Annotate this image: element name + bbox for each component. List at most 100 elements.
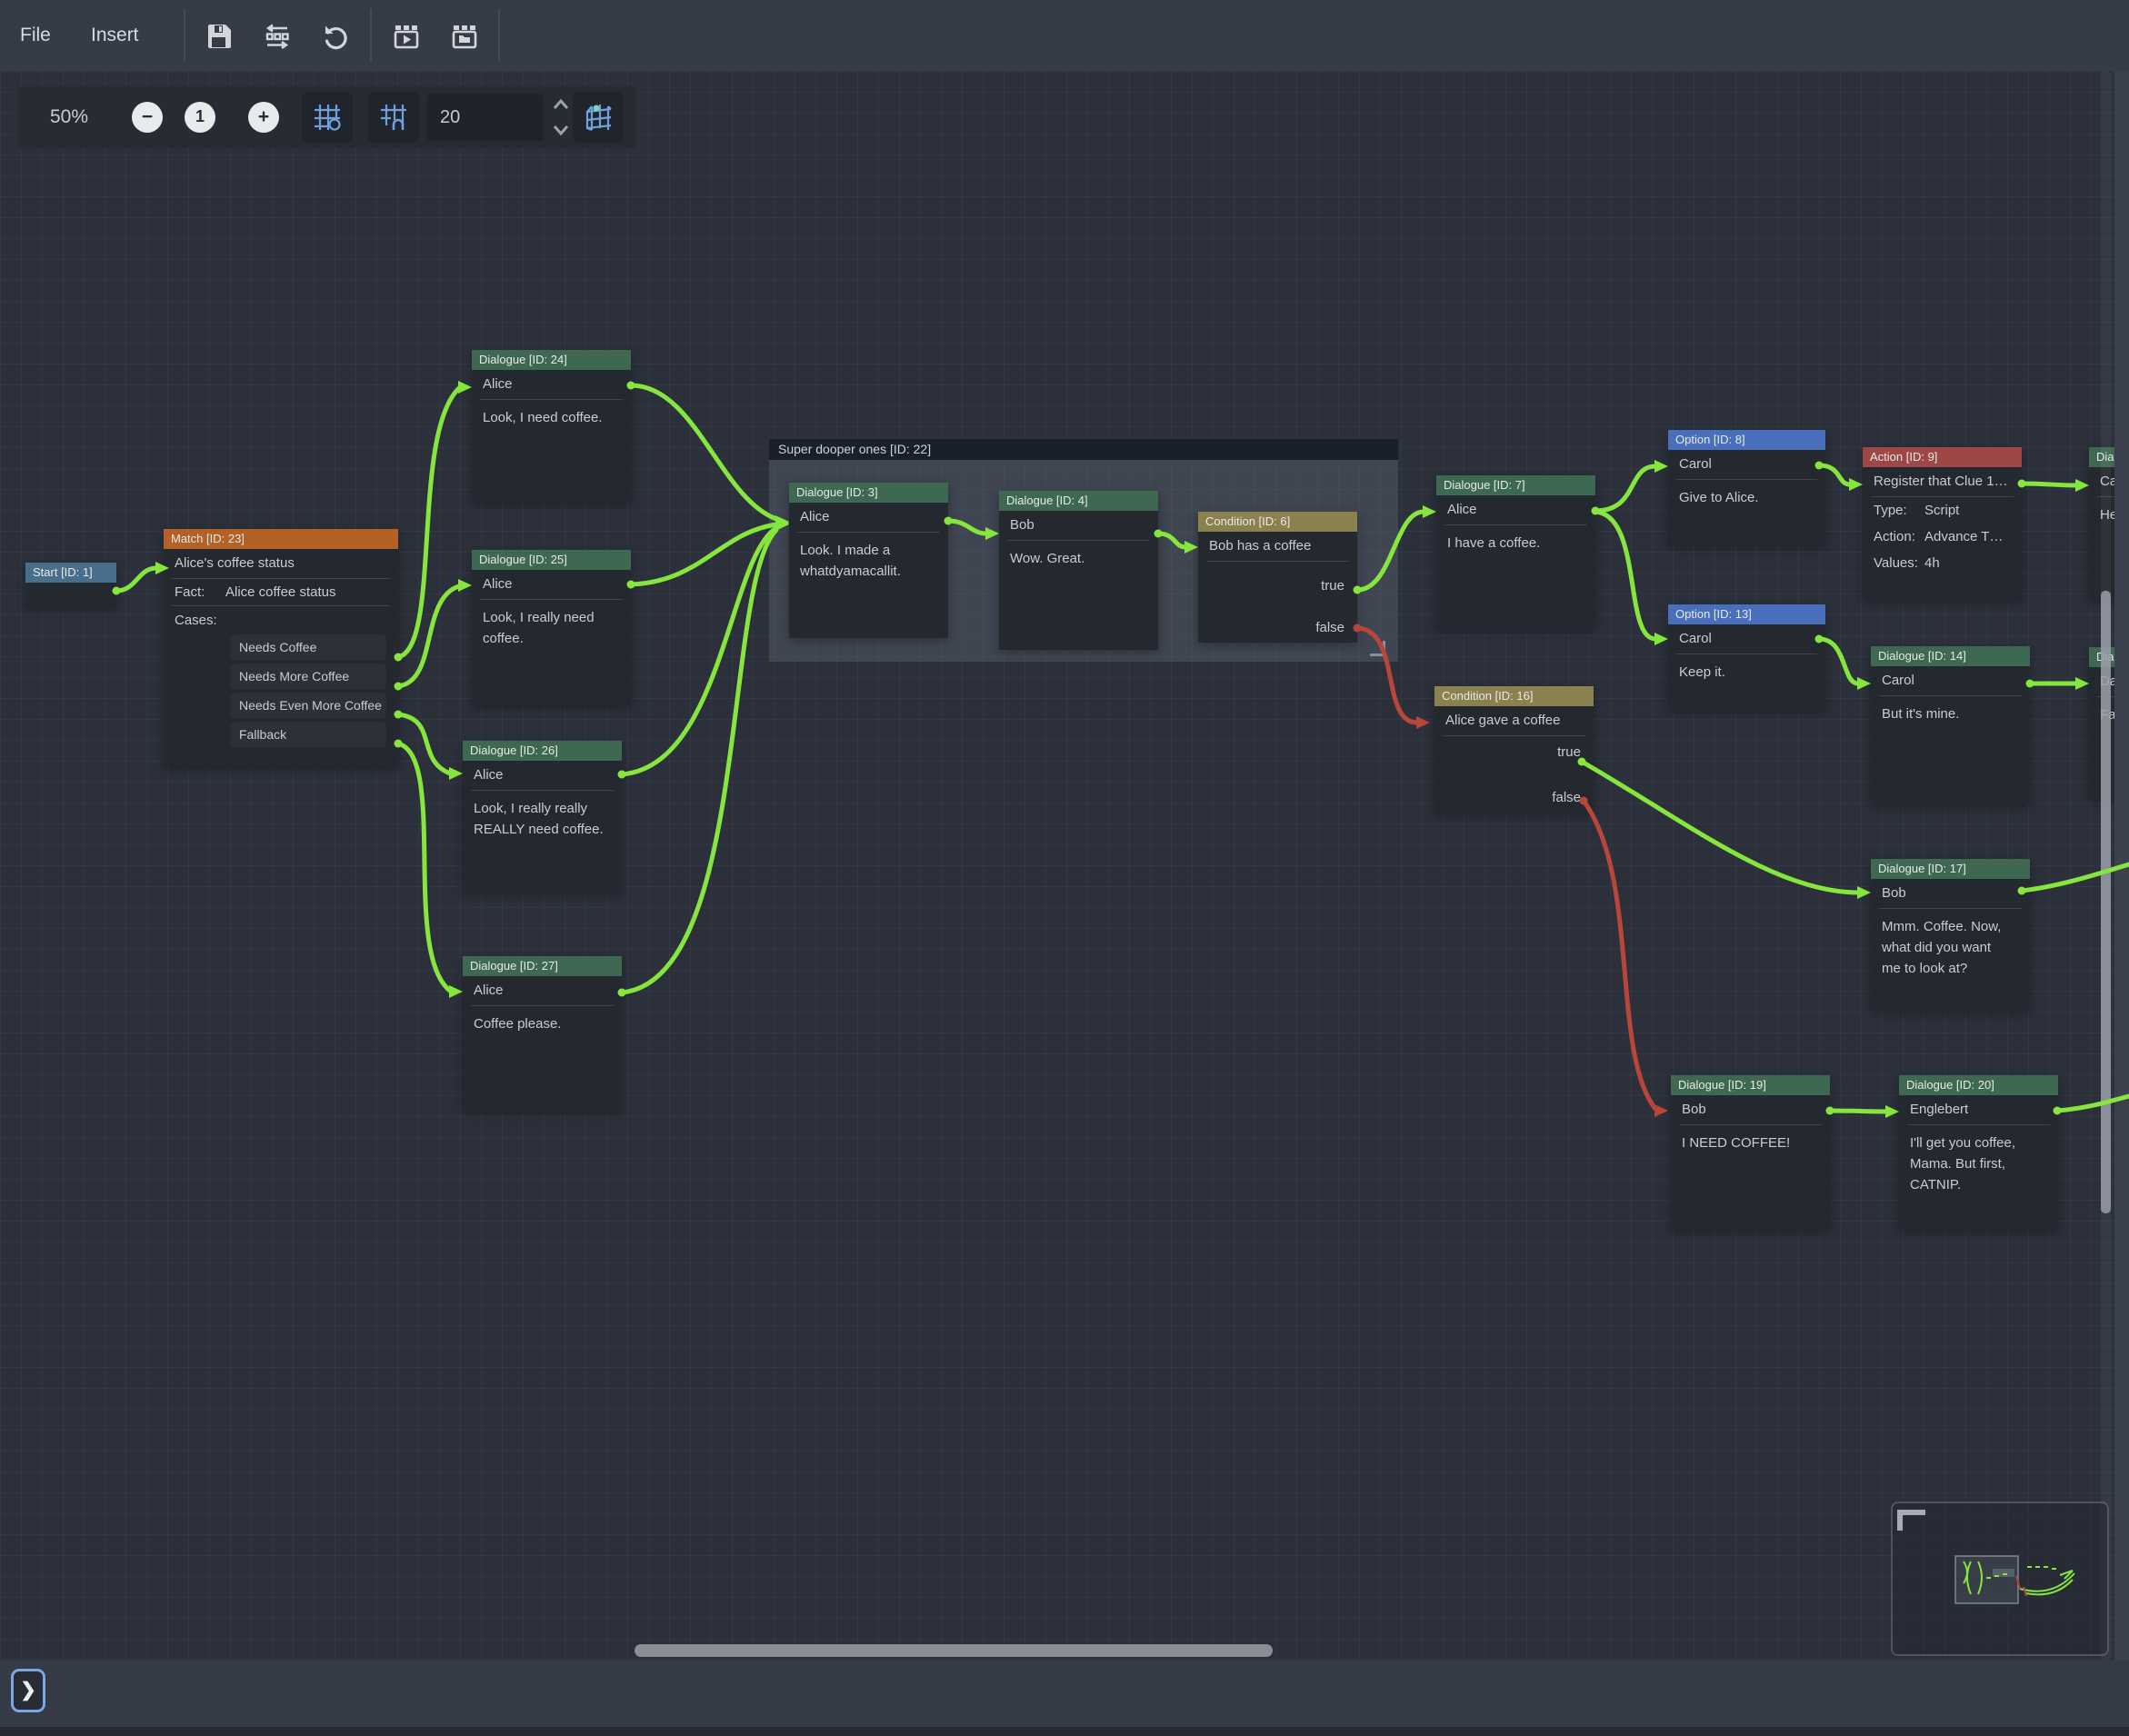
- menu-insert[interactable]: Insert: [91, 0, 139, 71]
- node-header-dialogue-19[interactable]: Dialogue [ID: 19]: [1671, 1075, 1830, 1095]
- node-dialogue-text: I have a coffee.: [1436, 525, 1595, 559]
- node-character: Carol: [1668, 624, 1825, 653]
- node-header-dialogue-26[interactable]: Dialogue [ID: 26]: [463, 741, 622, 761]
- node-header-dialogue-4[interactable]: Dialogue [ID: 4]: [999, 491, 1158, 511]
- arrange-nodes-button[interactable]: [260, 19, 295, 54]
- node-field-row: Type:Script: [1863, 497, 2022, 524]
- node-match-23[interactable]: Match [ID: 23]Alice's coffee statusFact:…: [164, 529, 398, 766]
- case-fallback[interactable]: Fallback: [230, 722, 386, 748]
- dialogue-line: me to look at?: [1882, 958, 2019, 979]
- node-dialogue-25[interactable]: Dialogue [ID: 25]AliceLook, I really nee…: [472, 550, 631, 705]
- node-field-row: Action:Advance T…: [1863, 524, 2022, 550]
- node-character: Carol: [1871, 666, 2030, 695]
- node-dialogue-20[interactable]: Dialogue [ID: 20]EnglebertI'll get you c…: [1899, 1075, 2058, 1230]
- dialogue-line: I NEED COFFEE!: [1682, 1132, 1819, 1153]
- node-header-option-13[interactable]: Option [ID: 13]: [1668, 604, 1825, 624]
- node-character: Alice's coffee status: [164, 549, 398, 578]
- node-header-match-23[interactable]: Match [ID: 23]: [164, 529, 398, 549]
- dialogue-line: I have a coffee.: [1447, 533, 1584, 554]
- node-condition-16[interactable]: Condition [ID: 16]Alice gave a coffeetru…: [1434, 686, 1594, 813]
- play-dialogue-icon: [393, 23, 420, 50]
- node-header-start-1[interactable]: Start [ID: 1]: [25, 563, 116, 583]
- node-character: Alice: [463, 976, 622, 1005]
- node-condition-6[interactable]: Condition [ID: 6]Bob has a coffeetruefal…: [1198, 512, 1357, 643]
- expand-panel-button[interactable]: ❯: [11, 1669, 45, 1712]
- undo-icon: [321, 23, 348, 50]
- vertical-scrollbar-thumb[interactable]: [2101, 591, 2111, 1213]
- case-needs-more-coffee[interactable]: Needs More Coffee: [230, 663, 386, 690]
- node-field-value: 4h: [1924, 555, 1940, 571]
- case-needs-coffee[interactable]: Needs Coffee: [230, 634, 386, 661]
- new-dialogue-button[interactable]: [447, 19, 482, 54]
- undo-button[interactable]: [317, 19, 352, 54]
- node-header-dialogue-20[interactable]: Dialogue [ID: 20]: [1899, 1075, 2058, 1095]
- node-action-9[interactable]: Action [ID: 9]Register that Clue 1…Type:…: [1863, 447, 2022, 600]
- menu-file[interactable]: File: [20, 0, 51, 71]
- zoom-out-button[interactable]: −: [132, 102, 163, 133]
- node-character: Carol: [1668, 450, 1825, 479]
- node-option-13[interactable]: Option [ID: 13]CarolKeep it.: [1668, 604, 1825, 710]
- node-dialogue-24[interactable]: Dialogue [ID: 24]AliceLook, I need coffe…: [472, 350, 631, 503]
- dialogue-line: Give to Alice.: [1679, 487, 1814, 508]
- footer-bar: [0, 1727, 2129, 1736]
- zoom-in-button[interactable]: +: [248, 102, 279, 133]
- node-header-dialogue-27[interactable]: Dialogue [ID: 27]: [463, 956, 622, 976]
- spinner-up-icon[interactable]: [555, 101, 567, 108]
- node-header-option-8[interactable]: Option [ID: 8]: [1668, 430, 1825, 450]
- node-header-dialogue-3[interactable]: Dialogue [ID: 3]: [789, 483, 948, 503]
- spinner-down-icon[interactable]: [555, 126, 567, 134]
- node-header-dialogue-17[interactable]: Dialogue [ID: 17]: [1871, 859, 2030, 879]
- menubar-separator: [370, 9, 372, 62]
- canvas-right-edge: [2114, 71, 2129, 1661]
- graph-canvas[interactable]: Super dooper ones [ID: 22] Start [ID: 1]…: [0, 0, 2129, 1736]
- dialogue-line: Coffee please.: [474, 1013, 611, 1034]
- horizontal-scrollbar-thumb[interactable]: [635, 1644, 1273, 1657]
- snap-distance-spinner[interactable]: [550, 94, 572, 141]
- node-dialogue-27[interactable]: Dialogue [ID: 27]Alice Coffee please.: [463, 956, 622, 1112]
- dialogue-line: Wow. Great.: [1010, 548, 1147, 569]
- node-dialogue-text: Keep it.: [1668, 654, 1825, 688]
- snap-guides-toggle[interactable]: [368, 92, 419, 143]
- node-header-condition-16[interactable]: Condition [ID: 16]: [1434, 686, 1594, 706]
- node-dialogue-19[interactable]: Dialogue [ID: 19]BobI NEED COFFEE!: [1671, 1075, 1830, 1230]
- minimap[interactable]: [1891, 1502, 2109, 1656]
- node-header-condition-6[interactable]: Condition [ID: 6]: [1198, 512, 1357, 532]
- save-button[interactable]: [202, 19, 236, 54]
- node-divider: [1206, 561, 1349, 562]
- node-header-dialogue-14[interactable]: Dialogue [ID: 14]: [1871, 646, 2030, 666]
- node-character: Alice: [463, 761, 622, 790]
- graph-toolbar: 50% − 1 + 20: [18, 86, 636, 148]
- node-field-label: Type:: [1874, 497, 1924, 524]
- dialogue-line: Look, I really really: [474, 798, 611, 819]
- dialogue-line: Look, I need coffee.: [483, 407, 620, 428]
- minimap-toggle[interactable]: [573, 92, 624, 143]
- node-header-dialogue-7[interactable]: Dialogue [ID: 7]: [1436, 475, 1595, 495]
- node-dialogue-text: Coffee please.: [463, 1006, 622, 1040]
- start-node-body: [25, 583, 116, 604]
- node-header-dialogue-25[interactable]: Dialogue [ID: 25]: [472, 550, 631, 570]
- node-dialogue-7[interactable]: Dialogue [ID: 7]AliceI have a coffee.: [1436, 475, 1595, 629]
- node-dialogue-14[interactable]: Dialogue [ID: 14]CarolBut it's mine.: [1871, 646, 2030, 804]
- dialogue-line: what did you want: [1882, 937, 2019, 958]
- zoom-reset-button[interactable]: 1: [185, 102, 215, 133]
- node-dialogue-text: Look, I really reallyREALLY need coffee.: [463, 791, 622, 845]
- dialogue-line: coffee.: [483, 628, 620, 649]
- node-field-value: Advance T…: [1924, 529, 2003, 544]
- snap-distance-input[interactable]: 20: [427, 94, 544, 141]
- node-dialogue-17[interactable]: Dialogue [ID: 17]BobMmm. Coffee. Now,wha…: [1871, 859, 2030, 1011]
- snap-grid-icon: [312, 102, 343, 133]
- play-dialogue-button[interactable]: [389, 19, 424, 54]
- node-character: Bob: [999, 511, 1158, 540]
- node-header-action-9[interactable]: Action [ID: 9]: [1863, 447, 2022, 467]
- node-option-8[interactable]: Option [ID: 8]Carol Give to Alice.: [1668, 430, 1825, 545]
- case-needs-even-more-coffee[interactable]: Needs Even More Coffee: [230, 693, 386, 719]
- node-start-1[interactable]: Start [ID: 1]: [25, 563, 116, 607]
- node-header-dialogue-24[interactable]: Dialogue [ID: 24]: [472, 350, 631, 370]
- dialogue-line: CATNIP.: [1910, 1174, 2047, 1195]
- menubar: File Insert: [0, 0, 2129, 71]
- node-dialogue-4[interactable]: Dialogue [ID: 4]Bob Wow. Great.: [999, 491, 1158, 650]
- node-dialogue-3[interactable]: Dialogue [ID: 3]AliceLook. I made awhatd…: [789, 483, 948, 638]
- node-character: Bob: [1871, 879, 2030, 908]
- node-dialogue-26[interactable]: Dialogue [ID: 26]AliceLook, I really rea…: [463, 741, 622, 893]
- snap-grid-toggle[interactable]: [302, 92, 353, 143]
